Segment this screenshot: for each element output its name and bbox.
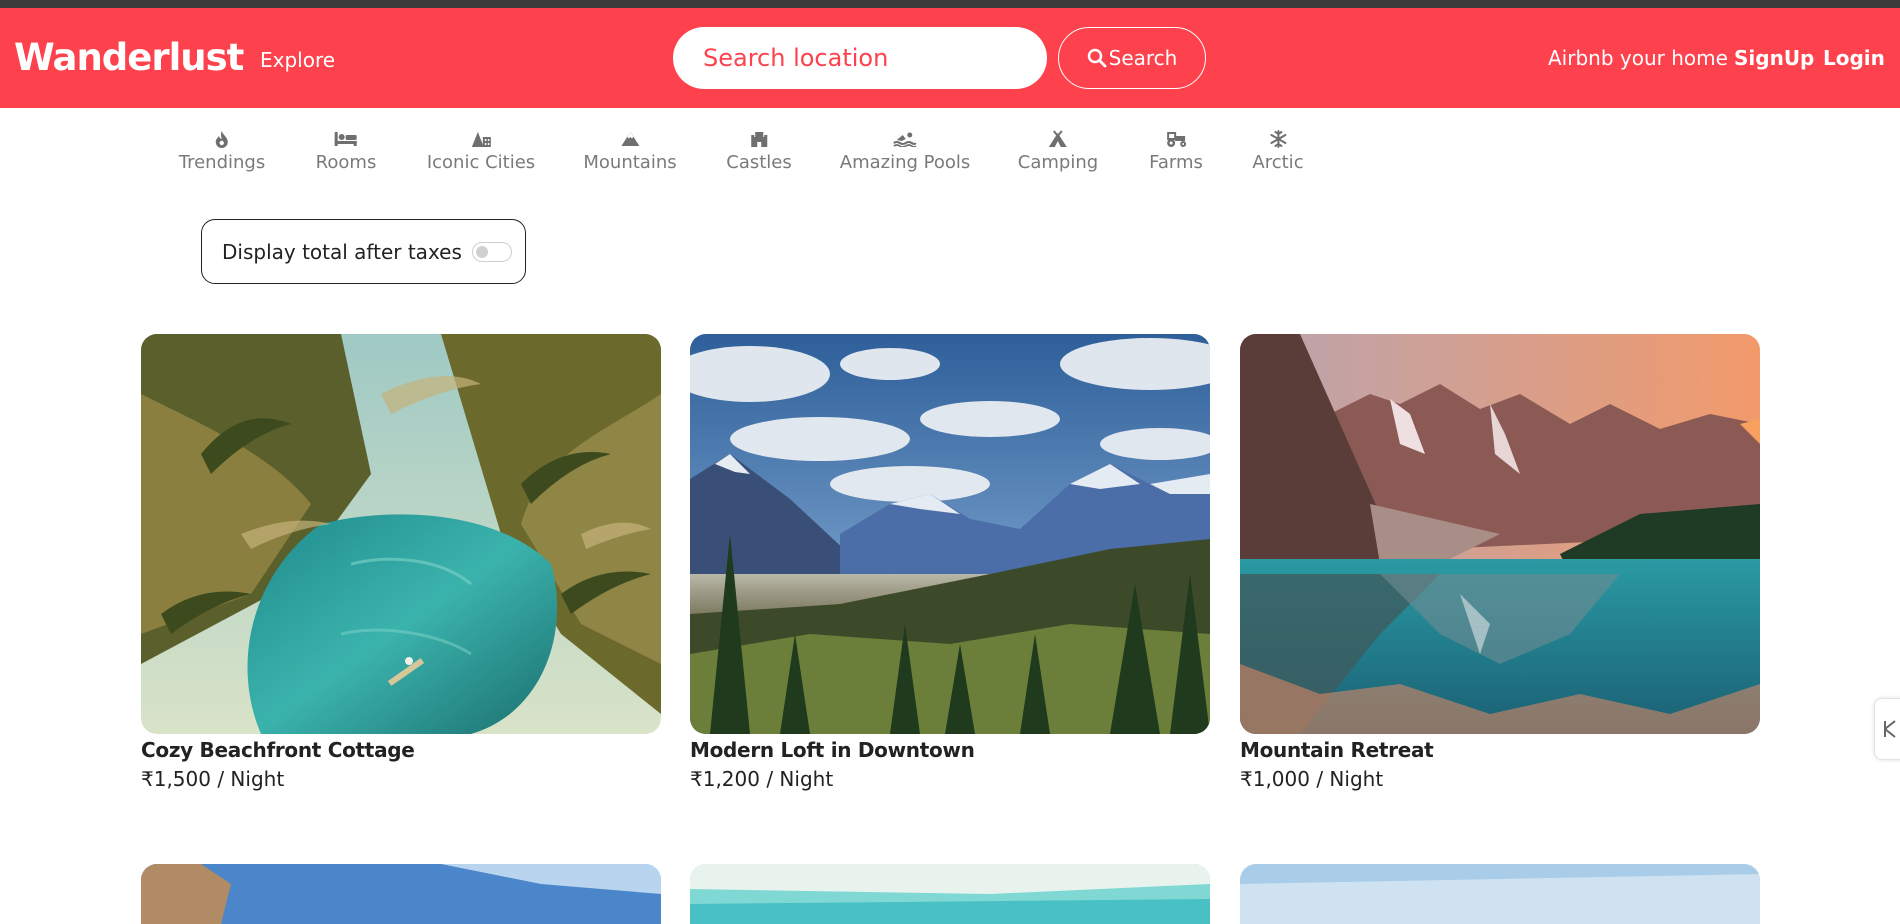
listing-photo[interactable] xyxy=(690,864,1210,924)
extension-icon xyxy=(1884,720,1896,738)
listing-card[interactable]: Modern Loft in Downtown ₹1,200 / Night xyxy=(690,334,1210,791)
listing-card[interactable]: Cozy Beachfront Cottage ₹1,500 / Night xyxy=(141,334,661,791)
search-button[interactable]: Search xyxy=(1058,27,1206,89)
listing-photo-lake-reflection[interactable] xyxy=(1240,334,1760,734)
search-icon xyxy=(1087,48,1107,68)
listing-card[interactable] xyxy=(1240,864,1760,924)
filter-label: Farms xyxy=(1149,152,1203,173)
fire-icon xyxy=(214,128,230,150)
filter-label: Amazing Pools xyxy=(839,152,971,173)
search-input[interactable] xyxy=(673,27,1047,89)
filter-trendings[interactable]: Trendings xyxy=(179,128,265,173)
listing-price: ₹1,000 / Night xyxy=(1240,767,1384,791)
listing-title[interactable]: Mountain Retreat xyxy=(1240,738,1760,762)
search-button-label: Search xyxy=(1108,46,1178,70)
filter-label: Mountains xyxy=(583,152,677,173)
signup-link[interactable]: SignUp xyxy=(1734,46,1814,70)
tax-toggle-container: Display total after taxes xyxy=(201,219,526,284)
navbar: Wanderlust Explore Search Airbnb your ho… xyxy=(0,8,1900,108)
listing-card[interactable] xyxy=(690,864,1210,924)
listing-photo-tropical-lagoon[interactable] xyxy=(141,334,661,734)
listing-price: ₹1,200 / Night xyxy=(690,767,834,791)
listing-photo-mountain-valley[interactable] xyxy=(690,334,1210,734)
listing-card[interactable]: Mountain Retreat ₹1,000 / Night xyxy=(1240,334,1760,791)
castle-icon xyxy=(750,128,768,150)
filter-camping[interactable]: Camping xyxy=(1018,128,1098,173)
listing-photo[interactable] xyxy=(141,864,661,924)
tractor-icon xyxy=(1163,128,1189,150)
side-panel-tab[interactable] xyxy=(1874,698,1900,760)
swimmer-icon xyxy=(893,128,917,150)
city-icon xyxy=(470,128,492,150)
filter-label: Camping xyxy=(1017,152,1099,173)
login-link[interactable]: Login xyxy=(1823,46,1885,70)
listing-title[interactable]: Cozy Beachfront Cottage xyxy=(141,738,661,762)
listing-price: ₹1,500 / Night xyxy=(141,767,285,791)
filter-amazing-pools[interactable]: Amazing Pools xyxy=(839,128,971,173)
browser-top-strip xyxy=(0,0,1900,8)
filter-rooms[interactable]: Rooms xyxy=(315,128,377,173)
filter-farms[interactable]: Farms xyxy=(1149,128,1203,173)
toggle-knob xyxy=(475,245,488,258)
filter-label: Iconic Cities xyxy=(426,152,536,173)
category-filters: Trendings Rooms Iconic Cities Mountains … xyxy=(0,108,1900,198)
filter-iconic-cities[interactable]: Iconic Cities xyxy=(427,128,535,173)
filter-label: Rooms xyxy=(315,152,377,173)
bed-icon xyxy=(334,128,358,150)
filter-label: Trendings xyxy=(178,152,266,173)
explore-link[interactable]: Explore xyxy=(260,48,335,72)
tax-toggle-label: Display total after taxes xyxy=(222,239,462,264)
listing-card[interactable] xyxy=(141,864,661,924)
filter-arctic[interactable]: Arctic xyxy=(1252,128,1304,173)
brand-logo[interactable]: Wanderlust xyxy=(14,36,244,79)
listing-photo[interactable] xyxy=(1240,864,1760,924)
listing-title[interactable]: Modern Loft in Downtown xyxy=(690,738,1210,762)
airbnb-your-home-link[interactable]: Airbnb your home xyxy=(1548,46,1728,70)
campground-icon xyxy=(1047,128,1069,150)
tax-toggle-switch[interactable] xyxy=(471,241,512,262)
filter-mountains[interactable]: Mountains xyxy=(583,128,677,173)
snowflake-icon xyxy=(1269,128,1287,150)
filter-label: Arctic xyxy=(1252,152,1304,173)
filter-label: Castles xyxy=(726,152,792,173)
filter-castles[interactable]: Castles xyxy=(726,128,792,173)
mountain-icon xyxy=(620,128,640,150)
